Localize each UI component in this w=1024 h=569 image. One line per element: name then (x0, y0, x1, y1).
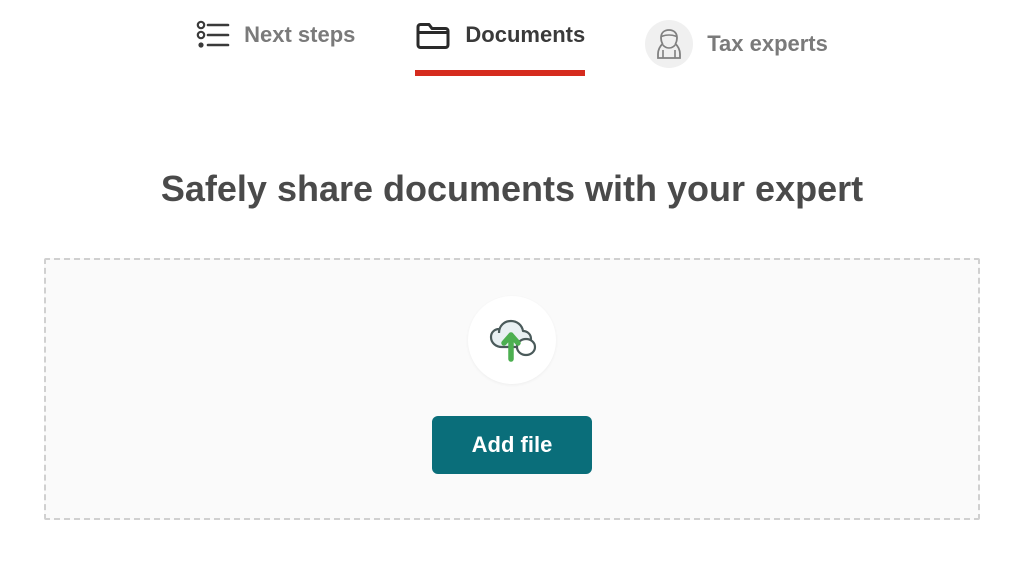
tab-label: Next steps (244, 22, 355, 48)
tab-next-steps[interactable]: Next steps (196, 20, 355, 70)
expert-avatar-icon (645, 20, 693, 68)
tab-tax-experts[interactable]: Tax experts (645, 20, 828, 88)
folder-icon (415, 20, 451, 50)
main-content: Safely share documents with your expert … (0, 168, 1024, 520)
add-file-button[interactable]: Add file (432, 416, 593, 474)
upload-dropzone[interactable]: Add file (44, 258, 980, 520)
checklist-icon (196, 20, 230, 50)
tab-label: Tax experts (707, 31, 828, 57)
cloud-upload-icon (468, 296, 556, 384)
tabs-bar: Next steps Documents Tax experts (0, 0, 1024, 88)
tab-label: Documents (465, 22, 585, 48)
tab-documents[interactable]: Documents (415, 20, 585, 70)
page-title: Safely share documents with your expert (44, 168, 980, 210)
